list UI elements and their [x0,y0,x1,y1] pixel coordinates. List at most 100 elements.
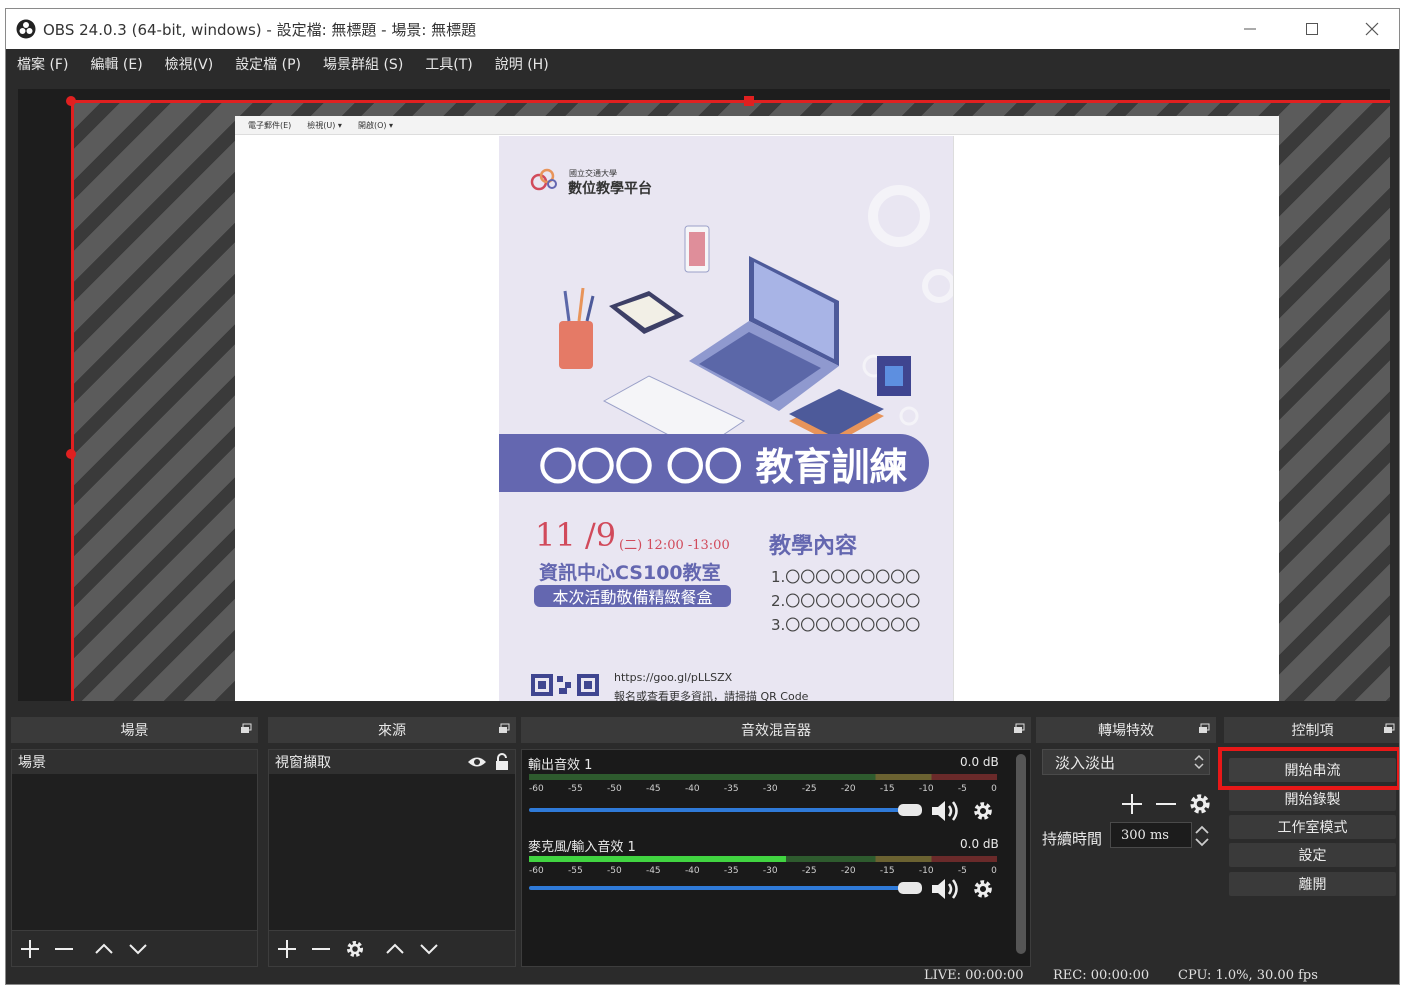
mixer-track-name: 麥克風/輸入音效 1 [528,840,636,855]
move-scene-up-button[interactable] [92,937,116,961]
gear-icon[interactable] [972,800,994,822]
selection-handle-left[interactable] [66,449,76,459]
scene-list-item[interactable]: 場景 [12,750,257,774]
visibility-eye-icon[interactable] [467,755,487,769]
poster-content-item: 3.〇〇〇〇〇〇〇〇〇 [771,616,921,634]
meter-tick-label: -30 [762,866,778,876]
sources-dock: 來源 視窗擷取 [268,717,516,967]
meter-tick-label: -35 [723,784,739,794]
menu-help[interactable]: 說明 (H) [495,54,549,74]
selection-border-top [71,100,1390,103]
meter-scale: -60 -55 -50 -45 -40 -35 -30 -25 -20 -15 -10 -5 0 [529,866,997,876]
duration-value: 300 ms [1121,827,1169,843]
add-scene-button[interactable] [18,937,42,961]
volume-slider-handle[interactable] [898,804,922,816]
chevron-up-icon [95,943,113,954]
meter-tick-label: -40 [684,866,700,876]
scene-item-label: 場景 [18,755,46,771]
sources-list[interactable]: 視窗擷取 [268,749,516,967]
volume-slider-handle[interactable] [898,882,922,894]
duration-spinner-icon[interactable] [1194,823,1210,849]
captured-menu-bar: 電子郵件(E) 檢視(U) ▾ 開啟(O) ▾ [235,116,1279,135]
preview-panel[interactable]: 電子郵件(E) 檢視(U) ▾ 開啟(O) ▾ 國立交通大學 數位教學平台 〇〇… [18,89,1390,701]
transition-selected-value: 淡入淡出 [1055,753,1116,772]
meter-tick-label: 0 [991,866,997,876]
duration-input[interactable]: 300 ms [1110,822,1192,848]
poster-content-title: 教學內容 [769,534,858,559]
meter-tick-label: -10 [918,866,934,876]
transitions-dock: 轉場特效 淡入淡出 持續時間 300 ms [1036,717,1216,967]
audio-meter [529,774,997,780]
add-source-button[interactable] [275,937,299,961]
minus-icon [312,947,330,950]
plus-icon [278,939,296,958]
meter-tick-label: -45 [645,784,661,794]
live-time: LIVE: 00:00:00 [924,968,1024,983]
remove-scene-button[interactable] [52,937,76,961]
window-capture-source[interactable]: 電子郵件(E) 檢視(U) ▾ 開啟(O) ▾ 國立交通大學 數位教學平台 〇〇… [235,116,1279,701]
updown-icon [1194,754,1204,770]
float-dock-icon[interactable] [240,723,252,735]
maximize-icon[interactable] [1283,9,1341,49]
meter-tick-label: -20 [840,866,856,876]
menu-bar: 檔案 (F) 編輯 (E) 檢視(V) 設定檔 (P) 場景群組 (S) 工具(… [6,49,1399,79]
selection-handle-top[interactable] [744,96,754,106]
mixer-scrollbar[interactable] [1016,754,1026,954]
scenes-toolbar [12,930,257,966]
gear-icon[interactable] [1188,792,1212,816]
selection-handle-top-left[interactable] [66,96,76,106]
menu-view[interactable]: 檢視(V) [165,54,214,74]
chevron-up-icon [386,943,404,954]
studio-mode-button[interactable]: 工作室模式 [1229,815,1396,839]
speaker-icon[interactable] [930,877,962,901]
float-dock-icon[interactable] [1383,723,1395,735]
gear-icon[interactable] [972,878,994,900]
minus-icon[interactable] [1154,792,1178,816]
meter-tick-label: -55 [567,866,583,876]
chevron-down-icon [129,943,147,954]
meter-tick-label: -5 [957,784,967,794]
poster-content-item: 1.〇〇〇〇〇〇〇〇〇 [771,568,921,586]
qr-code-icon [531,674,599,696]
minimize-icon[interactable] [1221,9,1279,49]
volume-slider[interactable] [529,886,909,890]
source-properties-button[interactable] [343,937,367,961]
plus-icon[interactable] [1120,792,1144,816]
lock-icon[interactable] [495,753,509,771]
chevron-down-icon [420,943,438,954]
move-source-down-button[interactable] [417,937,441,961]
speaker-icon[interactable] [930,799,962,823]
meter-tick-label: -30 [762,784,778,794]
canvas-area[interactable]: 電子郵件(E) 檢視(U) ▾ 開啟(O) ▾ 國立交通大學 數位教學平台 〇〇… [71,101,1390,701]
menu-edit[interactable]: 編輯 (E) [90,54,142,74]
volume-slider[interactable] [529,808,909,812]
audio-mixer-title: 音效混音器 [741,723,811,739]
audio-mixer-body: 輸出音效 1 0.0 dB -60 -55 -50 -45 -40 -35 -30 -25 -2… [521,749,1031,967]
float-dock-icon[interactable] [1198,723,1210,735]
menu-tools[interactable]: 工具(T) [425,54,472,74]
menu-profile[interactable]: 設定檔 (P) [235,54,301,74]
menu-file[interactable]: 檔案 (F) [17,54,68,74]
minus-icon [55,947,73,950]
remove-source-button[interactable] [309,937,333,961]
poster-venue: 資訊中心CS100教室 [539,562,721,584]
plus-icon [21,939,39,958]
move-scene-down-button[interactable] [126,937,150,961]
meter-tick-label: -50 [606,866,622,876]
controls-dock: 控制項 開始串流 開始錄製 工作室模式 設定 離開 [1218,717,1399,967]
title-bar: OBS 24.0.3 (64-bit, windows) - 設定檔: 無標題 … [6,9,1399,49]
scenes-list[interactable]: 場景 [11,749,258,967]
rec-time: REC: 00:00:00 [1053,968,1150,983]
float-dock-icon[interactable] [1013,723,1025,735]
settings-button[interactable]: 設定 [1229,843,1396,867]
audio-meter [529,856,997,862]
float-dock-icon[interactable] [498,723,510,735]
poster-meal-note: 本次活動敬備精緻餐盒 [534,585,731,607]
close-icon[interactable] [1343,9,1399,49]
source-list-item[interactable]: 視窗擷取 [269,750,515,774]
start-recording-button[interactable]: 開始錄製 [1229,787,1396,811]
move-source-up-button[interactable] [383,937,407,961]
exit-button[interactable]: 離開 [1229,872,1396,896]
menu-scene-collection[interactable]: 場景群組 (S) [323,54,403,74]
transition-select[interactable]: 淡入淡出 [1042,749,1210,775]
